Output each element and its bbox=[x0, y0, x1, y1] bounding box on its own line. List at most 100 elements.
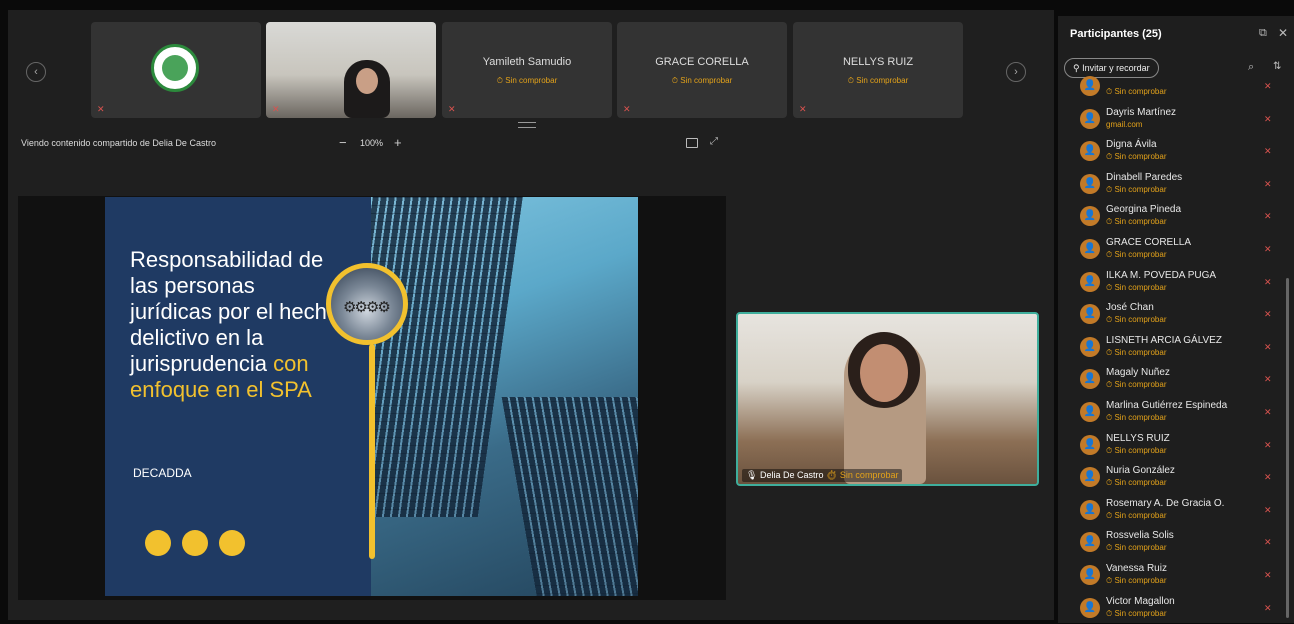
mic-off-icon[interactable]: ✕ bbox=[1264, 277, 1272, 288]
avatar-icon: 👤 bbox=[1080, 565, 1100, 585]
participant-name: LISNETH ARCIA GÁLVEZ bbox=[1106, 334, 1222, 346]
zoom-in-button[interactable]: + bbox=[394, 135, 402, 150]
mic-off-icon[interactable]: ✕ bbox=[1264, 309, 1272, 320]
meeting-stage: ‹ ✕ ✕ Yamileth Samudio ⏱ Sin comprobar ✕… bbox=[8, 10, 1054, 620]
participant-status: gmail.com bbox=[1106, 119, 1143, 129]
participant-row[interactable]: 👤 Marlina Gutiérrez Espineda ⏱ Sin comprob… bbox=[1058, 396, 1294, 428]
avatar-icon: 👤 bbox=[1080, 532, 1100, 553]
panel-title: Participantes (25) bbox=[1070, 28, 1162, 40]
mic-off-icon[interactable]: ✕ bbox=[1264, 342, 1272, 353]
participant-status: ⏱ Sin comprobar bbox=[1106, 250, 1167, 259]
avatar-icon: 👤 bbox=[1080, 76, 1100, 96]
slide-organization: DECADDA bbox=[133, 466, 192, 480]
participant-row[interactable]: 👤 Rosemary A. De Gracia O. ⏱ Sin comprobar… bbox=[1058, 494, 1294, 526]
avatar-icon: 👤 bbox=[1080, 271, 1100, 292]
avatar-icon: 👤 bbox=[1080, 239, 1100, 259]
participant-row[interactable]: 👤 Rossvelia Solis ⏱ Sin comprobar ✕ bbox=[1058, 526, 1294, 558]
fullscreen-icon[interactable]: ⤢ bbox=[710, 136, 718, 147]
participant-status: ⏱ Sin comprobar bbox=[1106, 576, 1167, 585]
tile-status: ⏱ Sin comprobar bbox=[847, 76, 909, 85]
zoom-out-button[interactable]: − bbox=[339, 135, 347, 150]
next-arrow-icon[interactable]: › bbox=[1006, 62, 1026, 82]
mic-off-icon: ✕ bbox=[272, 104, 280, 114]
avatar-icon: 👤 bbox=[1080, 402, 1100, 422]
tile-name: Yamileth Samudio bbox=[482, 56, 572, 68]
mic-off-icon[interactable]: ✕ bbox=[1264, 537, 1272, 548]
video-tile-participant[interactable]: Yamileth Samudio ⏱ Sin comprobar ✕ bbox=[442, 22, 612, 118]
popout-panel-icon[interactable]: ⧉ bbox=[1259, 27, 1267, 40]
participant-row[interactable]: 👤 Vanessa Ruiz ⏱ Sin comprobar ✕ bbox=[1058, 559, 1294, 591]
participant-status: ⏱ Sin comprobar bbox=[1106, 413, 1167, 422]
mic-off-icon[interactable]: ✕ bbox=[1264, 179, 1272, 190]
mic-off-icon[interactable]: ✕ bbox=[1264, 374, 1272, 385]
video-tile-participant[interactable]: GRACE CORELLA ⏱ Sin comprobar ✕ bbox=[617, 22, 787, 118]
participant-row[interactable]: 👤 José Chan ⏱ Sin comprobar ✕ bbox=[1058, 298, 1294, 330]
participant-status: ⏱ Sin comprobar bbox=[1106, 87, 1167, 96]
speaker-video[interactable]: 🎙 Delia De Castro ⏱ Sin comprobar bbox=[736, 312, 1039, 486]
mic-off-icon[interactable]: ✕ bbox=[1264, 146, 1272, 157]
participant-name: NELLYS RUIZ bbox=[1106, 432, 1170, 444]
video-strip: ‹ ✕ ✕ Yamileth Samudio ⏱ Sin comprobar ✕… bbox=[8, 10, 1054, 128]
participant-row[interactable]: 👤 Magaly Nuñez ⏱ Sin comprobar ✕ bbox=[1058, 363, 1294, 395]
mic-off-icon[interactable]: ✕ bbox=[1264, 244, 1272, 255]
participant-status: ⏱ Sin comprobar bbox=[1106, 184, 1167, 194]
avatar-icon: 👤 bbox=[1080, 434, 1100, 455]
participant-row[interactable]: 👤 Digna Ávila ⏱ Sin comprobar ✕ bbox=[1058, 135, 1294, 167]
participant-status: ⏱ Sin comprobar bbox=[1106, 347, 1167, 357]
participant-name: Marlina Gutiérrez Espineda bbox=[1106, 400, 1228, 411]
mic-off-icon: ✕ bbox=[799, 104, 807, 114]
participant-row[interactable]: 👤 GRACE CORELLA ⏱ Sin comprobar ✕ bbox=[1058, 233, 1294, 265]
participant-name: Digna Ávila bbox=[1106, 139, 1157, 151]
strip-resize-handle[interactable] bbox=[518, 122, 536, 128]
participant-row[interactable]: 👤 Georgina Pineda ⏱ Sin comprobar ✕ bbox=[1058, 200, 1294, 232]
mic-off-icon[interactable]: ✕ bbox=[1264, 440, 1272, 451]
participant-status: ⏱ Sin comprobar bbox=[1106, 608, 1167, 618]
avatar-icon: 👤 bbox=[1080, 206, 1100, 227]
participant-row[interactable]: 👤 Dinabell Paredes ⏱ Sin comprobar ✕ bbox=[1058, 168, 1294, 200]
speaker-label: 🎙 Delia De Castro ⏱ Sin comprobar bbox=[742, 469, 903, 482]
participant-row[interactable]: 👤 LISNETH ARCIA GÁLVEZ ⏱ Sin comprobar ✕ bbox=[1058, 331, 1294, 363]
mic-off-icon[interactable]: ✕ bbox=[1264, 570, 1272, 581]
slide-title: Responsabilidad de las personas jurídica… bbox=[130, 247, 340, 402]
mic-off-icon[interactable]: ✕ bbox=[1264, 114, 1272, 125]
video-tile-camera[interactable]: ✕ bbox=[266, 22, 436, 118]
participant-name: Rossvelia Solis bbox=[1106, 530, 1174, 542]
participant-row[interactable]: 👤 Victor Magallon ⏱ Sin comprobar ✕ bbox=[1058, 592, 1294, 624]
pop-out-icon[interactable] bbox=[686, 138, 698, 148]
viewing-label: Viendo contenido compartido de Delia De … bbox=[21, 138, 216, 148]
avatar-icon: 👤 bbox=[1080, 597, 1100, 618]
video-tile-participant[interactable]: NELLYS RUIZ ⏱ Sin comprobar ✕ bbox=[793, 22, 963, 118]
participant-status: ⏱ Sin comprobar bbox=[1106, 543, 1167, 553]
avatar-icon: 👤 bbox=[1080, 336, 1100, 357]
magnifier-gears-image: ⚙⚙⚙⚙ bbox=[326, 263, 408, 345]
prev-arrow-icon[interactable]: ‹ bbox=[26, 62, 46, 82]
mic-off-icon[interactable]: ✕ bbox=[1264, 211, 1272, 222]
tile-status: ⏱ Sin comprobar bbox=[496, 76, 558, 85]
participant-status: ⏱ Sin comprobar bbox=[1106, 217, 1167, 227]
mic-off-icon[interactable]: ✕ bbox=[1264, 505, 1272, 516]
mic-off-icon[interactable]: ✕ bbox=[1264, 603, 1272, 614]
participant-row[interactable]: 👤 Nuria González ⏱ Sin comprobar ✕ bbox=[1058, 461, 1294, 493]
avatar-icon: 👤 bbox=[1080, 141, 1100, 162]
participant-row[interactable]: 👤 ILKA M. POVEDA PUGA ⏱ Sin comprobar ✕ bbox=[1058, 266, 1294, 298]
avatar-icon: 👤 bbox=[1080, 304, 1100, 325]
mic-off-icon[interactable]: ✕ bbox=[1264, 472, 1272, 483]
participant-row[interactable]: 👤 NELLYS RUIZ ⏱ Sin comprobar ✕ bbox=[1058, 429, 1294, 461]
participant-name: José Chan bbox=[1106, 302, 1154, 314]
video-tile-logo[interactable]: ✕ bbox=[91, 22, 261, 118]
decor-dot bbox=[182, 530, 208, 556]
participant-name: Dayris Martínez bbox=[1106, 106, 1177, 118]
close-panel-icon[interactable]: ✕ bbox=[1278, 26, 1288, 40]
participant-row[interactable]: 👤 Dayris Martínez gmail.com ✕ bbox=[1058, 103, 1294, 135]
participant-status: ⏱ Sin comprobar bbox=[1106, 510, 1167, 520]
mic-off-icon[interactable]: ✕ bbox=[1264, 407, 1272, 418]
tile-status: ⏱ Sin comprobar bbox=[671, 76, 733, 85]
mic-off-icon[interactable]: ✕ bbox=[1264, 81, 1272, 92]
share-toolbar: Viendo contenido compartido de Delia De … bbox=[8, 134, 1054, 154]
participant-status: ⏱ Sin comprobar bbox=[1106, 152, 1167, 162]
tile-name: NELLYS RUIZ bbox=[842, 56, 914, 68]
participant-name: Vanessa Ruiz bbox=[1106, 563, 1167, 574]
avatar-icon: 👤 bbox=[1080, 467, 1100, 488]
participant-row[interactable]: 👤 ⏱ Sin comprobar ✕ bbox=[1058, 70, 1294, 102]
mic-off-icon: ✕ bbox=[97, 104, 105, 114]
